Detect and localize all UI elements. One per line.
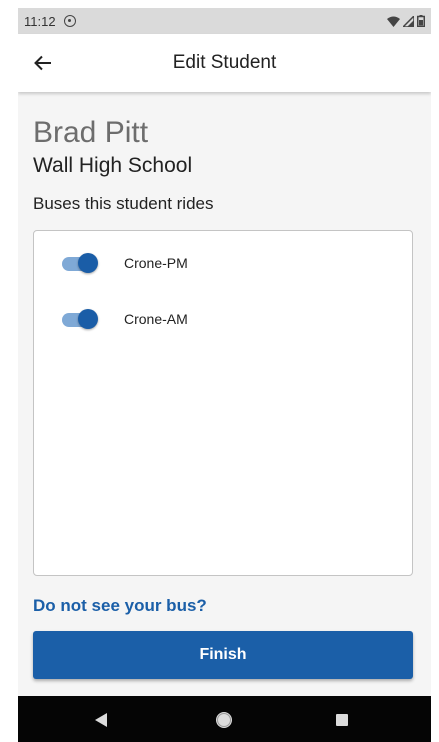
bus-label: Crone-AM (124, 311, 188, 327)
status-icons (387, 15, 425, 27)
school-name: Wall High School (33, 154, 193, 177)
screen: 11:12 Edit Student Brad Pitt Wall High S… (0, 0, 439, 742)
cast-icon (63, 15, 76, 27)
bus-row-crone-am: Crone-AM (62, 307, 188, 331)
wifi-icon (387, 16, 400, 27)
nav-back-button[interactable] (91, 710, 111, 730)
page-title: Edit Student (172, 52, 277, 73)
square-recents-icon (336, 714, 348, 726)
bus-not-found-link[interactable]: Do not see your bus? (33, 596, 207, 616)
buses-section-heading: Buses this student rides (33, 194, 214, 213)
back-button[interactable] (28, 48, 58, 78)
bus-list-card: Crone-PM Crone-AM (33, 230, 413, 576)
status-bar: 11:12 (18, 8, 431, 34)
nav-recents-button[interactable] (332, 710, 352, 730)
arrow-left-icon (34, 55, 51, 71)
bus-toggle-crone-am[interactable] (62, 309, 100, 329)
student-name: Brad Pitt (33, 116, 149, 149)
left-margin (0, 0, 18, 742)
nav-home-button[interactable] (214, 710, 234, 730)
bus-row-crone-pm: Crone-PM (62, 251, 188, 275)
signal-icon (403, 15, 414, 27)
toggle-thumb (78, 309, 98, 329)
phone-screen: 11:12 Edit Student Brad Pitt Wall High S… (18, 8, 431, 742)
finish-button[interactable]: Finish (33, 631, 413, 679)
toggle-thumb (78, 253, 98, 273)
circle-home-icon (216, 712, 232, 728)
system-nav-bar (18, 696, 431, 742)
status-time: 11:12 (24, 13, 56, 29)
app-bar: Edit Student (18, 34, 431, 92)
battery-icon (417, 15, 425, 27)
bus-toggle-crone-pm[interactable] (62, 253, 100, 273)
triangle-back-icon (95, 713, 107, 727)
bus-label: Crone-PM (124, 255, 188, 271)
